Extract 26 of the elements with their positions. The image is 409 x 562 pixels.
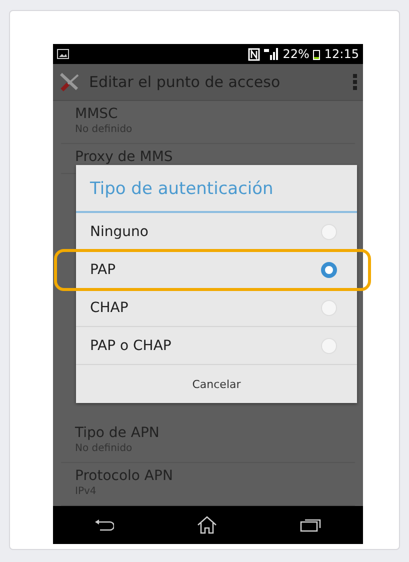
nfc-icon (248, 48, 260, 60)
setting-title: Proxy de MMS (75, 149, 174, 165)
clock-time: 12:15 (324, 47, 359, 61)
radio-option[interactable]: PAP (76, 251, 357, 289)
radio-option[interactable]: Ninguno (76, 213, 357, 251)
battery-icon (313, 48, 320, 60)
screen-title: Editar el punto de acceso (89, 73, 280, 91)
option-label: PAP (90, 262, 116, 278)
option-label: PAP o CHAP (90, 338, 172, 354)
setting-title: Protocolo APN (75, 468, 174, 484)
back-icon[interactable] (94, 519, 114, 531)
signal-icon (264, 48, 279, 60)
tools-icon (59, 72, 81, 92)
option-label: Ninguno (90, 224, 148, 240)
radio-button[interactable] (321, 262, 337, 278)
overflow-menu-icon[interactable] (353, 74, 357, 90)
radio-option[interactable]: CHAP (76, 289, 357, 327)
setting-title: Tipo de APN (75, 425, 160, 441)
home-icon[interactable] (196, 516, 217, 534)
battery-percentage: 22% (282, 47, 310, 61)
option-label: CHAP (90, 300, 128, 316)
cancel-button[interactable]: Cancelar (76, 365, 357, 403)
setting-title: MMSC (75, 106, 119, 122)
dialog-title: Tipo de autenticación (76, 165, 357, 213)
image-icon (57, 49, 69, 59)
recent-apps-icon[interactable] (300, 518, 322, 532)
